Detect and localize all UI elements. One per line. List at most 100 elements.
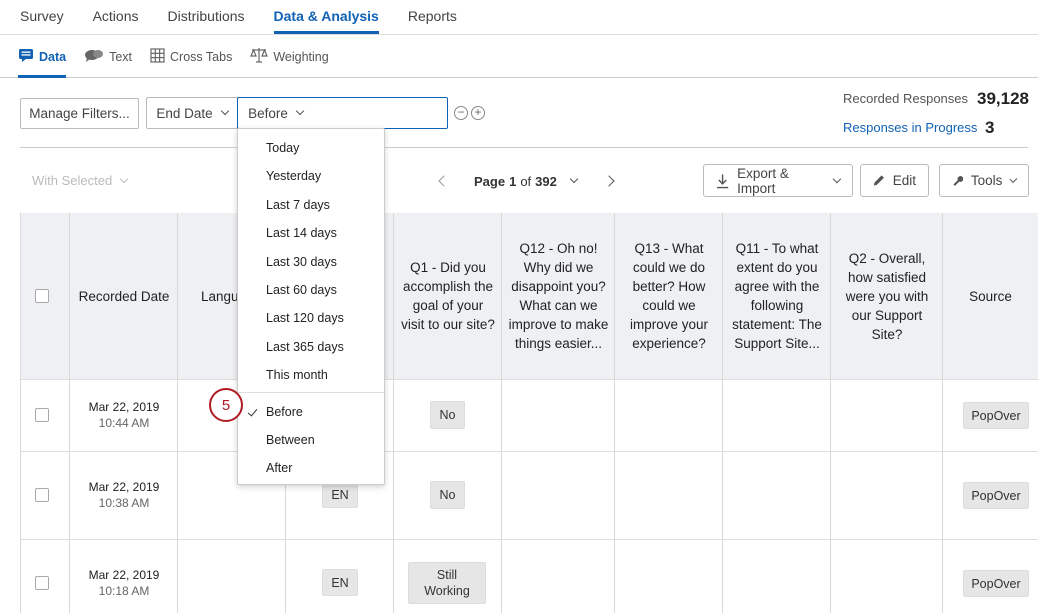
data-icon [18, 48, 34, 66]
subtab-cross-tabs[interactable]: Cross Tabs [150, 36, 232, 78]
page-select-chevron-icon[interactable] [569, 174, 579, 184]
tab-survey[interactable]: Survey [20, 0, 64, 34]
tab-reports[interactable]: Reports [408, 0, 457, 34]
dropdown-item-last-60-days[interactable]: Last 60 days [238, 276, 384, 304]
select-all-checkbox[interactable] [35, 289, 49, 303]
text-bubbles-icon [84, 48, 104, 65]
header-q2[interactable]: Q2 - Overall, how satisfied were you wit… [831, 213, 943, 379]
chevron-down-icon [1009, 174, 1018, 183]
subtab-data[interactable]: Data [18, 36, 67, 78]
filter-operator-select[interactable]: Before [237, 97, 314, 129]
header-recorded-date[interactable]: Recorded Date [70, 213, 178, 379]
with-selected-label: With Selected [32, 173, 113, 188]
header-q1[interactable]: Q1 - Did you accomplish the goal of your… [394, 213, 502, 379]
divider [20, 147, 1028, 148]
dropdown-item-last-365-days[interactable]: Last 365 days [238, 333, 384, 361]
row-checkbox[interactable] [35, 488, 49, 502]
edit-label: Edit [892, 173, 916, 188]
recorded-time: 10:44 AM [98, 416, 150, 430]
recorded-date-cell: Mar 22, 2019 10:18 AM [70, 567, 178, 599]
step-callout-badge: 5 [209, 388, 243, 422]
pagination: Page 1 of 392 [438, 170, 615, 192]
dropdown-item-yesterday[interactable]: Yesterday [238, 162, 384, 190]
header-q13[interactable]: Q13 - What could we do better? How could… [615, 213, 723, 379]
recorded-time: 10:18 AM [98, 584, 150, 598]
sub-navigation: Data Text Cross Tabs Weighting [0, 36, 1038, 78]
download-icon [716, 173, 729, 188]
remove-filter-icon[interactable]: − [454, 106, 468, 120]
chevron-down-icon [119, 174, 129, 183]
subtab-weighting-label: Weighting [273, 49, 329, 64]
header-source[interactable]: Source [943, 213, 1038, 379]
dropdown-item-this-month[interactable]: This month [238, 361, 384, 389]
recorded-date: Mar 22, 2019 [88, 400, 160, 414]
row-divider [20, 379, 1038, 380]
filter-field-label: End Date [156, 105, 213, 121]
recorded-date: Mar 22, 2019 [88, 480, 160, 494]
dropdown-item-before-label: Before [266, 405, 303, 419]
row-checkbox[interactable] [35, 408, 49, 422]
language-value: EN [322, 569, 358, 596]
subtab-cross-tabs-label: Cross Tabs [170, 49, 233, 64]
subtab-weighting[interactable]: Weighting [250, 36, 329, 78]
header-q11[interactable]: Q11 - To what extent do you agree with t… [723, 213, 831, 379]
row-divider [20, 539, 1038, 540]
q1-answer: No [430, 401, 465, 429]
source-value: PopOver [963, 570, 1029, 597]
source-value: PopOver [963, 482, 1029, 509]
dropdown-item-last-30-days[interactable]: Last 30 days [238, 248, 384, 276]
dropdown-item-last-120-days[interactable]: Last 120 days [238, 304, 384, 332]
subtab-text-label: Text [109, 49, 133, 64]
subtab-data-label: Data [39, 49, 67, 64]
dropdown-item-after[interactable]: After [238, 454, 384, 482]
responses-table: Recorded Date Langu Q1 - Did you accompl… [20, 213, 1038, 613]
tools-label: Tools [970, 173, 1003, 188]
manage-filters-button[interactable]: Manage Filters... [20, 98, 139, 129]
dropdown-item-last-7-days[interactable]: Last 7 days [238, 191, 384, 219]
language-value: EN [322, 481, 358, 508]
wrench-icon [953, 176, 963, 186]
scale-icon [250, 47, 269, 66]
date-input[interactable] [313, 97, 448, 129]
dropdown-item-between[interactable]: Between [238, 426, 384, 454]
recorded-responses-label: Recorded Responses [843, 91, 969, 106]
grid-icon [150, 47, 165, 66]
row-divider [20, 451, 1038, 452]
dropdown-item-before[interactable]: Before [238, 398, 384, 426]
tab-distributions[interactable]: Distributions [168, 0, 245, 34]
previous-page-icon[interactable] [438, 175, 450, 187]
row-checkbox[interactable] [35, 576, 49, 590]
q1-answer: Still Working [408, 562, 486, 604]
next-page-icon[interactable] [603, 175, 615, 187]
recorded-responses-count: 39,128 [977, 89, 1029, 108]
with-selected-menu[interactable]: With Selected [32, 173, 129, 188]
tab-data-analysis[interactable]: Data & Analysis [273, 0, 380, 34]
page-of: of [520, 173, 532, 189]
date-operator-dropdown: Today Yesterday Last 7 days Last 14 days… [237, 128, 385, 485]
filter-operator-label: Before [248, 105, 288, 121]
page-total: 392 [535, 173, 557, 189]
recorded-date-cell: Mar 22, 2019 10:38 AM [70, 479, 178, 511]
tab-actions[interactable]: Actions [93, 0, 139, 34]
source-value: PopOver [963, 402, 1029, 429]
dropdown-item-last-14-days[interactable]: Last 14 days [238, 219, 384, 247]
filter-field-select[interactable]: End Date [146, 97, 238, 129]
recorded-time: 10:38 AM [98, 496, 150, 510]
top-navigation: Survey Actions Distributions Data & Anal… [0, 0, 1038, 35]
dropdown-divider [238, 392, 384, 393]
page-prefix: Page [474, 173, 506, 189]
subtab-text[interactable]: Text [84, 36, 132, 78]
tools-button[interactable]: Tools [939, 164, 1029, 197]
responses-in-progress-link[interactable]: Responses in Progress [843, 120, 977, 135]
responses-in-progress-count: 3 [985, 118, 995, 137]
edit-button[interactable]: Edit [860, 164, 929, 197]
page-current: 1 [509, 173, 517, 189]
export-import-button[interactable]: Export & Import [703, 164, 853, 197]
add-filter-icon[interactable]: + [471, 106, 485, 120]
export-import-label: Export & Import [737, 165, 789, 196]
chevron-down-icon [220, 106, 229, 116]
recorded-date-cell: Mar 22, 2019 10:44 AM [70, 399, 178, 431]
chevron-down-icon [295, 106, 305, 116]
header-q12[interactable]: Q12 - Oh no! Why did we disappoint you? … [502, 213, 615, 379]
dropdown-item-today[interactable]: Today [238, 134, 384, 162]
